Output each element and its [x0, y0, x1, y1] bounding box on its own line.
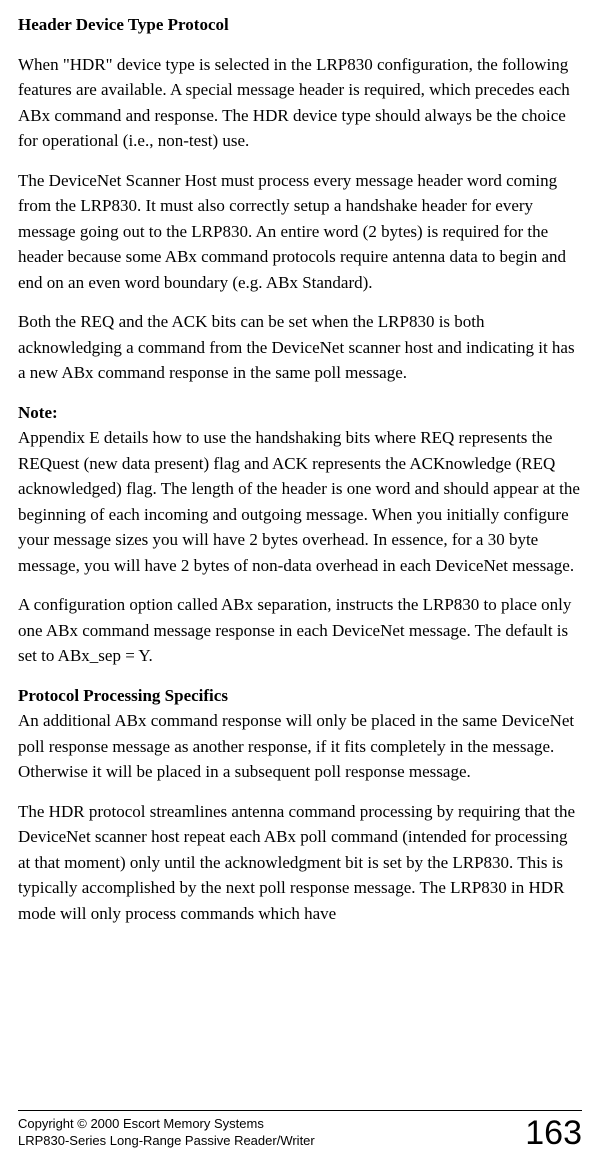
paragraph: Appendix E details how to use the handsh… — [18, 425, 582, 578]
paragraph: A configuration option called ABx separa… — [18, 592, 582, 669]
copyright-line: Copyright © 2000 Escort Memory Systems — [18, 1115, 315, 1133]
paragraph: The HDR protocol streamlines antenna com… — [18, 799, 582, 927]
page-number: 163 — [525, 1116, 582, 1150]
page-content: Header Device Type Protocol When "HDR" d… — [18, 12, 582, 1082]
page-footer: Copyright © 2000 Escort Memory Systems L… — [18, 1110, 582, 1150]
subsection: Protocol Processing Specifics An additio… — [18, 683, 582, 785]
subsection-heading: Protocol Processing Specifics — [18, 683, 582, 709]
paragraph: Both the REQ and the ACK bits can be set… — [18, 309, 582, 386]
footer-row: Copyright © 2000 Escort Memory Systems L… — [18, 1115, 582, 1150]
product-line: LRP830-Series Long-Range Passive Reader/… — [18, 1132, 315, 1150]
note-section: Note: Appendix E details how to use the … — [18, 400, 582, 579]
footer-text: Copyright © 2000 Escort Memory Systems L… — [18, 1115, 315, 1150]
paragraph: An additional ABx command response will … — [18, 708, 582, 785]
paragraph: When "HDR" device type is selected in th… — [18, 52, 582, 154]
note-label: Note: — [18, 400, 582, 426]
section-heading: Header Device Type Protocol — [18, 12, 582, 38]
paragraph: The DeviceNet Scanner Host must process … — [18, 168, 582, 296]
